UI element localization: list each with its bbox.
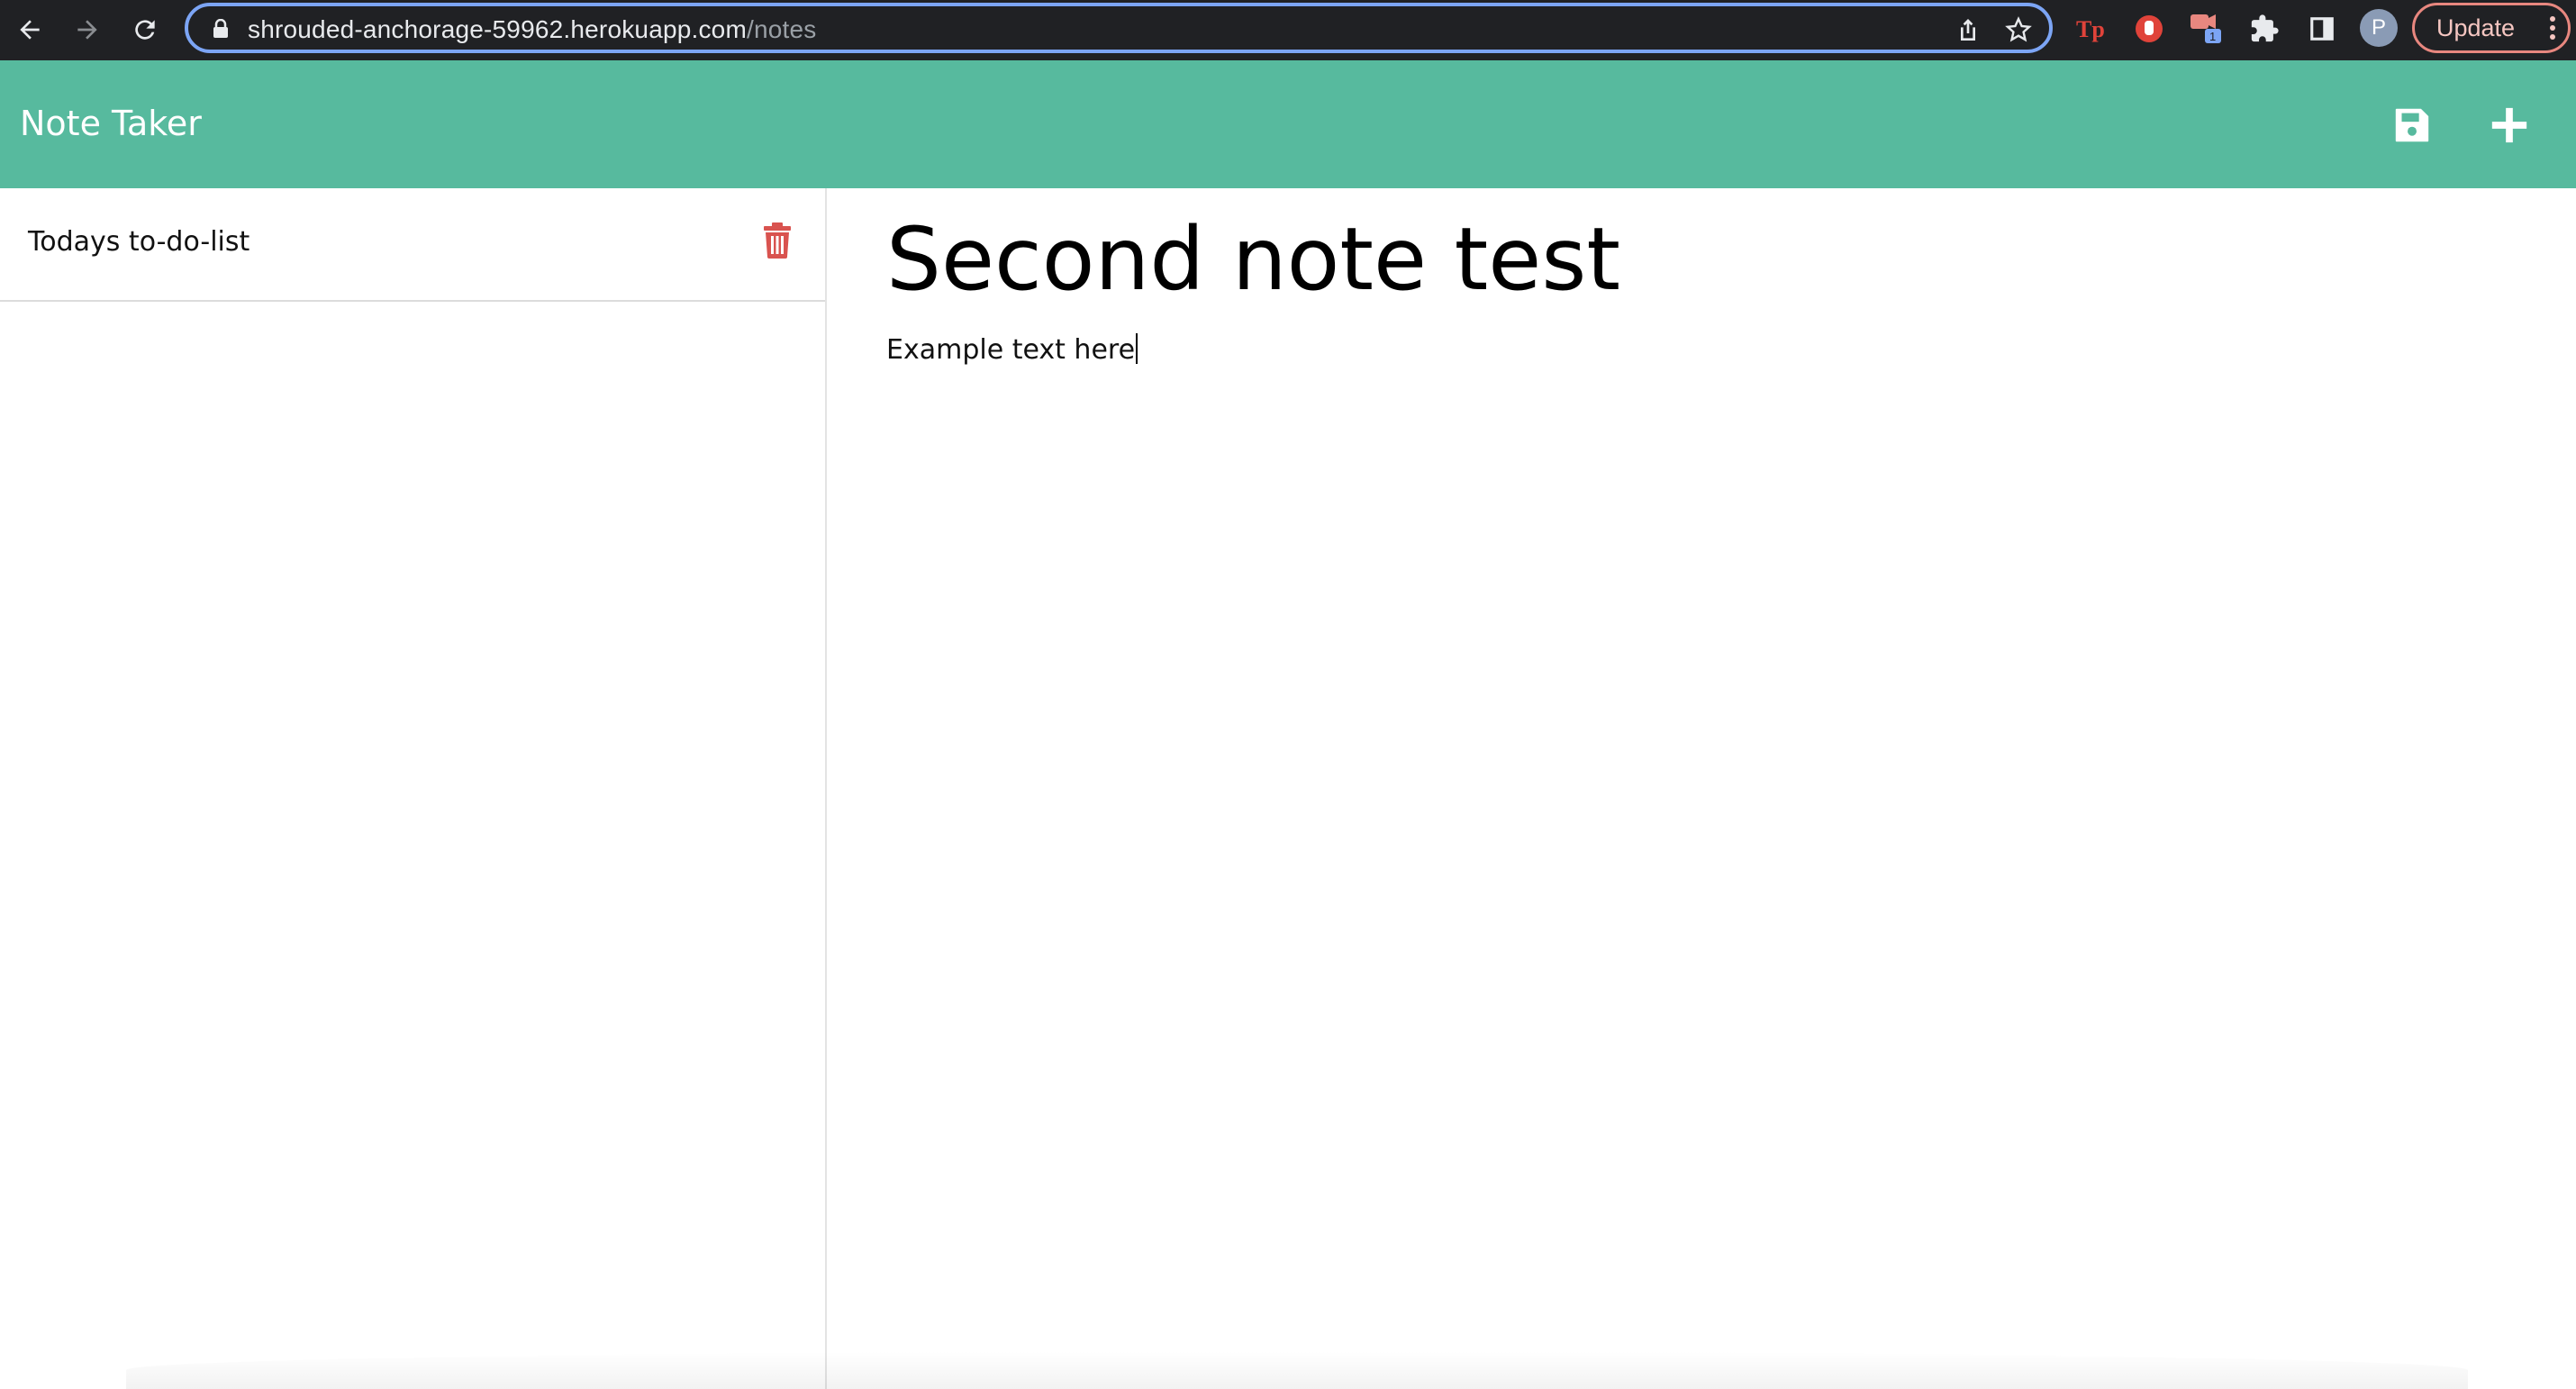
note-text-area[interactable]: Example text here [886, 332, 1138, 368]
plus-icon [2491, 107, 2527, 143]
app-title[interactable]: Note Taker [20, 104, 202, 143]
browser-toolbar: shrouded-anchorage-59962.herokuapp.com/n… [0, 0, 2576, 60]
save-icon [2395, 108, 2429, 142]
note-title-input[interactable]: Second note test [886, 210, 1620, 309]
notes-sidebar: Todays to-do-list [0, 188, 827, 1389]
save-note-button[interactable] [2385, 98, 2439, 152]
url-text: shrouded-anchorage-59962.herokuapp.com/n… [248, 14, 816, 46]
forward-arrow-icon [77, 20, 97, 40]
url-host: shrouded-anchorage-59962.herokuapp.com [248, 15, 747, 43]
video-extension-icon[interactable]: 1 [2189, 11, 2225, 47]
star-icon[interactable] [2004, 15, 2033, 44]
back-arrow-icon [20, 20, 40, 40]
svg-text:Tp: Tp [2076, 16, 2105, 42]
extension-badge: 1 [2209, 30, 2216, 43]
note-list-title[interactable]: Todays to-do-list [28, 226, 249, 259]
address-bar[interactable]: shrouded-anchorage-59962.herokuapp.com/n… [185, 3, 2053, 53]
new-note-button[interactable] [2482, 98, 2536, 152]
profile-avatar[interactable]: P [2360, 9, 2398, 47]
list-item[interactable]: Todays to-do-list [0, 188, 825, 302]
tp-extension-icon[interactable]: Tp [2073, 11, 2109, 47]
forward-button[interactable] [67, 9, 108, 50]
update-label: Update [2436, 14, 2516, 41]
stop-extension-icon[interactable] [2131, 11, 2167, 47]
note-body-text: Example text here [886, 334, 1136, 366]
update-button[interactable]: Update [2412, 3, 2571, 53]
reload-button[interactable] [124, 9, 166, 50]
side-panel-icon[interactable] [2304, 11, 2340, 47]
trash-icon[interactable] [761, 222, 794, 259]
lock-icon [213, 19, 228, 38]
text-caret [1136, 333, 1138, 364]
share-icon[interactable] [1954, 15, 1982, 44]
reload-icon [135, 20, 155, 40]
back-button[interactable] [9, 9, 50, 50]
kebab-menu-icon[interactable] [2548, 14, 2557, 41]
page-bottom-shadow [126, 1351, 2468, 1389]
note-editor: Second note test Example text here [829, 188, 2576, 1389]
app-header: Note Taker [0, 60, 2576, 188]
puzzle-icon[interactable] [2246, 11, 2282, 47]
url-path: /notes [746, 15, 817, 43]
